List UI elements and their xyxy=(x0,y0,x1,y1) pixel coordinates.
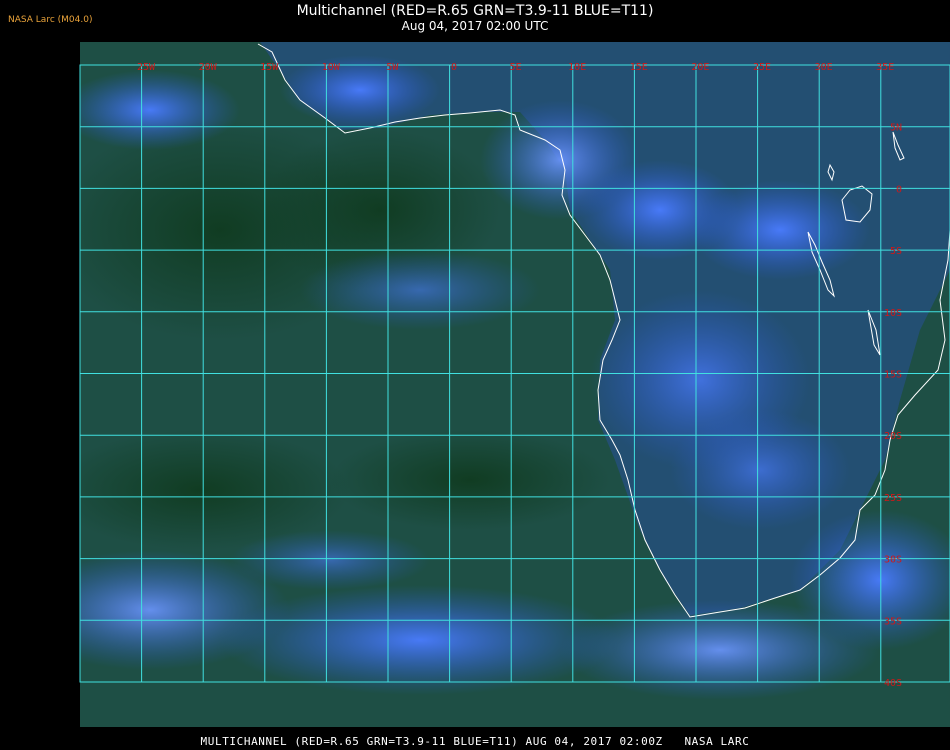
longitude-label: 20W xyxy=(199,62,218,73)
longitude-label: 5E xyxy=(510,62,522,73)
longitude-label: 25W xyxy=(137,62,156,73)
longitude-label: 5W xyxy=(386,62,399,73)
longitude-label: 15W xyxy=(260,62,279,73)
latitude-label: 25S xyxy=(884,493,902,504)
longitude-label: 20E xyxy=(691,62,709,73)
footer-caption: MULTICHANNEL (RED=R.65 GRN=T3.9-11 BLUE=… xyxy=(200,735,750,748)
longitude-label: 10E xyxy=(568,62,586,73)
longitude-label: 10W xyxy=(322,62,341,73)
latitude-label: 5S xyxy=(890,246,902,257)
dark-ocean-patch xyxy=(330,430,610,530)
latitude-label: 20S xyxy=(884,431,902,442)
latitude-label: 5N xyxy=(890,123,902,134)
longitude-label: 0 xyxy=(451,62,457,73)
latitude-label: 40S xyxy=(884,678,902,689)
cloud-band xyxy=(690,180,870,280)
cloud-band xyxy=(220,585,620,695)
latitude-label: 0 xyxy=(896,184,902,195)
longitude-label: 30E xyxy=(815,62,833,73)
latitude-label: 30S xyxy=(884,555,902,566)
latitude-label: 10S xyxy=(884,308,902,319)
longitude-label: 25E xyxy=(753,62,771,73)
longitude-label: 15E xyxy=(630,62,648,73)
satellite-map: 25W 20W 15W 10W 5W 0 5E 10E 15E 20E 25E 30E 35E 5N 0 5… xyxy=(79,42,950,727)
latitude-label: 35S xyxy=(884,616,902,627)
cloud-band xyxy=(300,250,540,330)
cloud-band xyxy=(230,530,430,590)
cloud-band xyxy=(80,70,240,150)
cloud-band xyxy=(670,410,850,530)
latitude-label: 15S xyxy=(884,370,902,381)
imagery-layer xyxy=(80,42,950,727)
longitude-label: 35E xyxy=(876,62,894,73)
